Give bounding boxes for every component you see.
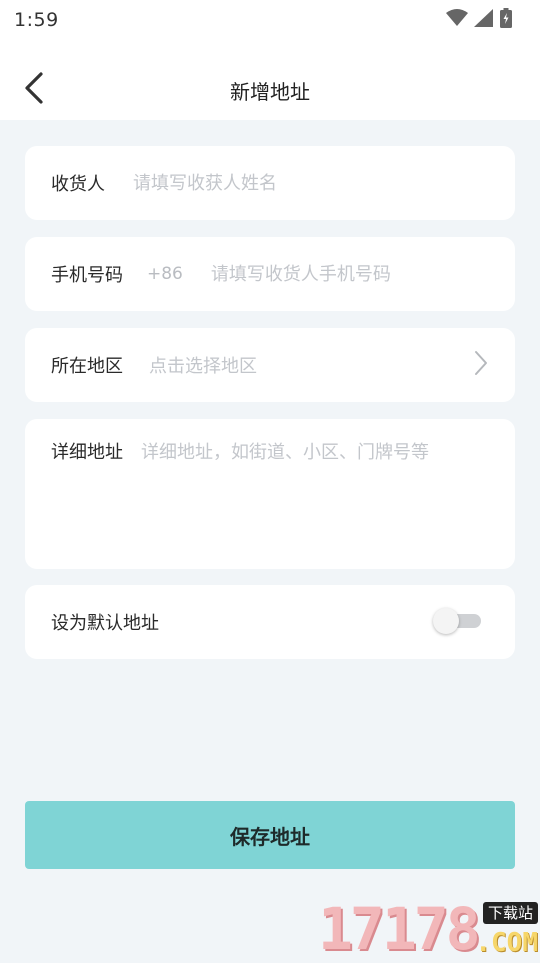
navigation-bar: 新增地址 xyxy=(0,40,540,120)
receiver-name-input[interactable] xyxy=(131,171,455,195)
battery-charging-icon xyxy=(500,8,512,32)
region-placeholder: 点击选择地区 xyxy=(149,356,257,377)
region-selector[interactable]: 所在地区 点击选择地区 xyxy=(25,328,515,402)
default-address-card: 设为默认地址 xyxy=(25,585,515,659)
toggle-knob xyxy=(433,608,459,634)
watermark-tag: 下载站 xyxy=(482,902,538,924)
detail-address-label: 详细地址 xyxy=(51,442,123,463)
chevron-right-icon xyxy=(473,350,489,380)
wifi-icon xyxy=(446,9,468,31)
default-address-toggle[interactable] xyxy=(433,608,481,634)
status-bar: 1:59 xyxy=(0,0,540,40)
country-code: +86 xyxy=(147,264,183,284)
phone-label: 手机号码 xyxy=(51,265,123,286)
page-title: 新增地址 xyxy=(230,80,310,104)
cellular-signal-icon xyxy=(474,9,494,31)
receiver-label: 收货人 xyxy=(51,174,105,195)
watermark-domain: .COM xyxy=(475,928,538,958)
detail-address-card: 详细地址 xyxy=(25,419,515,569)
status-icons xyxy=(446,8,512,32)
default-address-label: 设为默认地址 xyxy=(51,613,159,634)
status-time: 1:59 xyxy=(14,9,59,31)
detail-address-input[interactable] xyxy=(141,441,471,551)
phone-number-input[interactable] xyxy=(208,262,473,286)
watermark-logo: 17178 下载站 .COM xyxy=(318,897,540,960)
phone-card: 手机号码 +86 xyxy=(25,237,515,311)
watermark-number: 17178 xyxy=(318,895,481,963)
receiver-card: 收货人 xyxy=(25,146,515,220)
region-label: 所在地区 xyxy=(51,356,123,377)
save-address-button[interactable]: 保存地址 xyxy=(25,801,515,869)
